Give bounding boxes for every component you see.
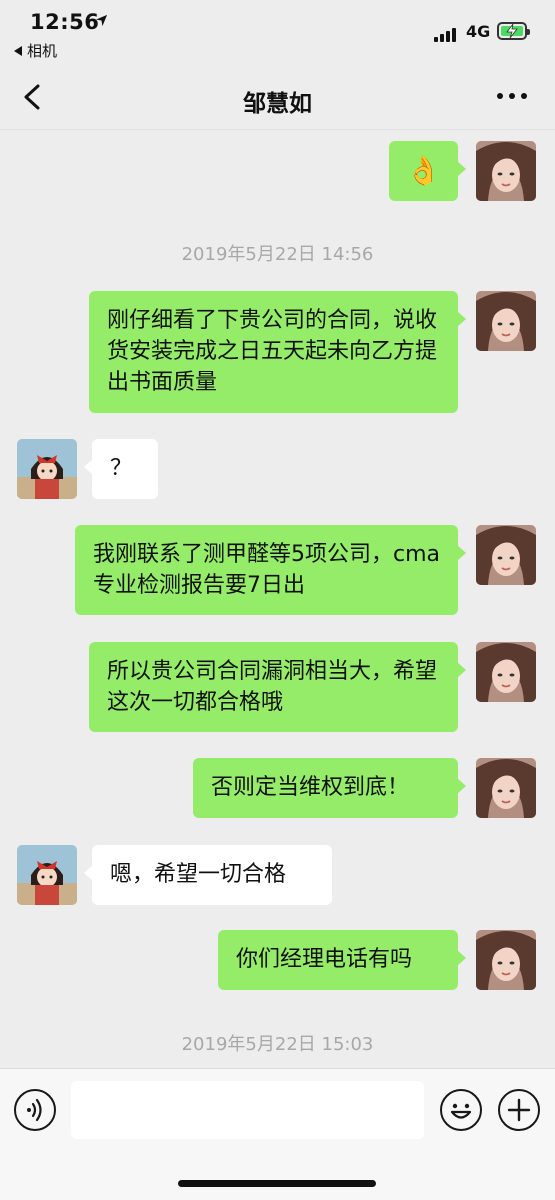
battery-icon	[497, 22, 530, 40]
page-title: 邹慧如	[243, 91, 312, 117]
message-text: ？	[110, 456, 133, 481]
home-indicator[interactable]	[178, 1180, 376, 1187]
message-text: 嗯，希望一切合格	[110, 862, 287, 887]
more-actions-button[interactable]	[498, 1089, 540, 1131]
message-text: 所以贵公司合同漏洞相当大，希望这次一切都合格哦	[107, 659, 438, 715]
message-bubble-sent[interactable]: 你们经理电话有吗	[218, 930, 466, 990]
avatar[interactable]	[476, 642, 536, 702]
message-text: 否则定当维权到底！	[211, 775, 410, 800]
more-icon-dot	[521, 93, 527, 99]
status-bar: 12:56 相机 4G	[0, 0, 555, 68]
message-bubble-sent[interactable]: 所以贵公司合同漏洞相当大，希望这次一切都合格哦	[89, 642, 466, 732]
voice-button[interactable]	[14, 1089, 56, 1131]
message-timestamp: 2019年5月22日 15:03	[181, 1034, 374, 1055]
avatar[interactable]	[476, 758, 536, 818]
back-triangle-icon	[14, 45, 22, 56]
message-text: 刚仔细看了下贵公司的合同，说收货安装完成之日五天起未向乙方提出书面质量	[107, 308, 438, 395]
message-bubble-sent[interactable]: 我刚联系了测甲醛等5项公司，cma专业检测报告要7日出	[75, 525, 466, 615]
avatar[interactable]	[476, 141, 536, 201]
plus-icon	[507, 1098, 531, 1122]
message-text: 你们经理电话有吗	[236, 947, 413, 972]
back-to-app-link[interactable]: 相机	[14, 40, 57, 61]
signal-icon	[434, 28, 456, 42]
back-app-label: 相机	[27, 42, 58, 60]
message-timestamp: 2019年5月22日 14:56	[181, 244, 374, 265]
more-icon-dot	[509, 93, 515, 99]
status-time: 12:56	[30, 10, 100, 34]
message-bubble-sent[interactable]: 👌	[389, 141, 466, 201]
message-input[interactable]	[71, 1081, 424, 1139]
avatar[interactable]	[17, 439, 77, 499]
avatar[interactable]	[476, 930, 536, 990]
location-arrow-icon	[95, 14, 108, 27]
more-button[interactable]	[497, 88, 529, 104]
message-bubble-received[interactable]: 嗯，希望一切合格	[84, 845, 332, 905]
avatar[interactable]	[476, 291, 536, 351]
message-bubble-sent[interactable]: 刚仔细看了下贵公司的合同，说收货安装完成之日五天起未向乙方提出书面质量	[89, 291, 466, 413]
network-type: 4G	[466, 22, 491, 41]
more-icon-dot	[497, 93, 503, 99]
emoji-button[interactable]	[440, 1089, 482, 1131]
avatar[interactable]	[17, 845, 77, 905]
avatar[interactable]	[476, 525, 536, 585]
emoji-icon	[450, 1103, 472, 1119]
message-text: 我刚联系了测甲醛等5项公司，cma专业检测报告要7日出	[93, 542, 441, 598]
chat-header: 邹慧如	[0, 68, 555, 130]
message-bubble-received[interactable]: ？	[84, 439, 158, 499]
voice-icon	[27, 1098, 42, 1122]
ok-hand-emoji: 👌	[406, 154, 441, 187]
message-bubble-sent[interactable]: 否则定当维权到底！	[193, 758, 466, 818]
